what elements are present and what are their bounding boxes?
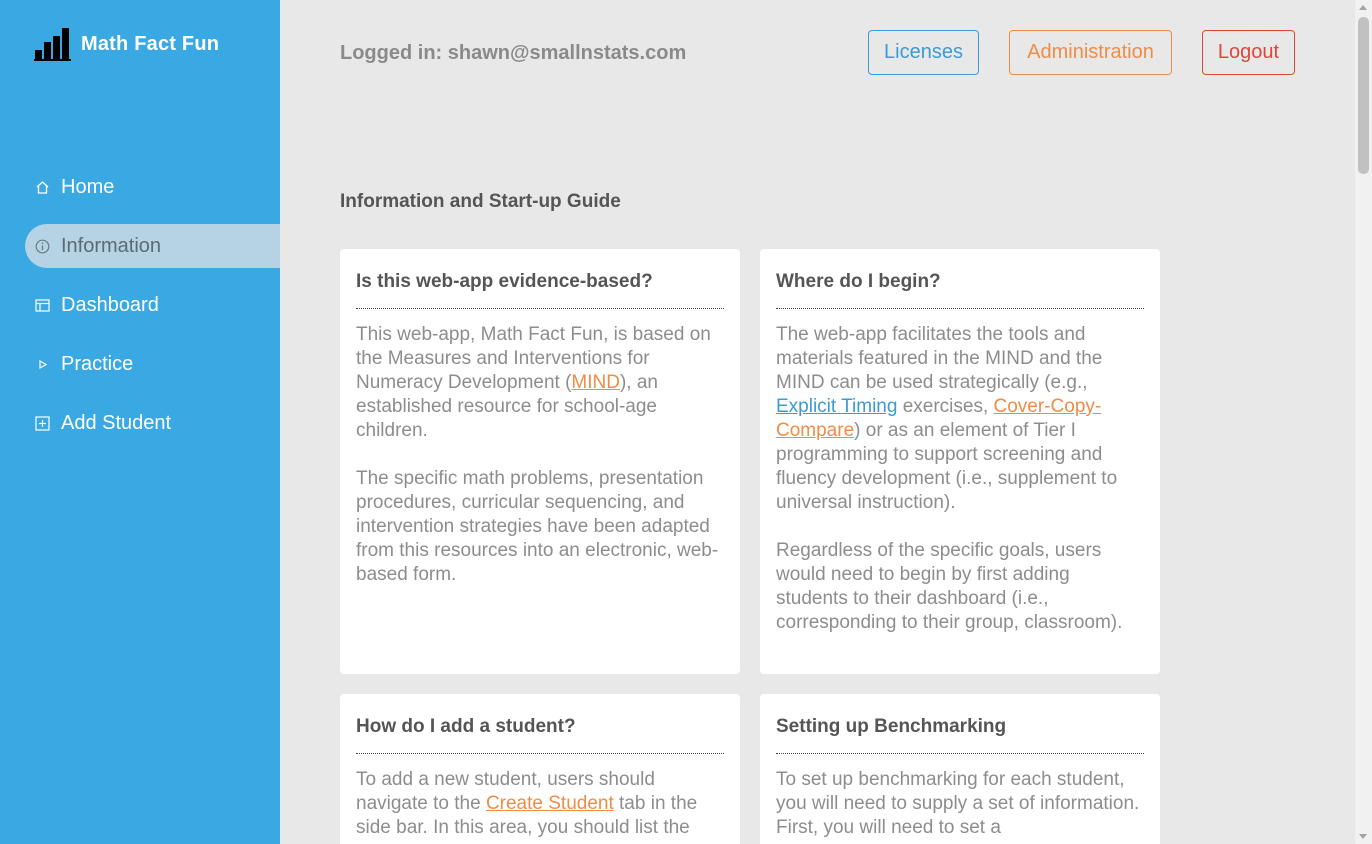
sidebar-item-label: Practice	[61, 352, 134, 375]
card-body: This web-app, Math Fact Fun, is based on…	[356, 323, 724, 587]
plus-square-icon	[34, 415, 50, 431]
card-paragraph: The web-app facilitates the tools and ma…	[776, 323, 1144, 515]
card-title: Where do I begin?	[776, 269, 1144, 309]
sidebar-item-practice[interactable]: Practice	[0, 342, 280, 386]
home-icon	[34, 179, 50, 195]
card-paragraph: The specific math problems, presentation…	[356, 468, 719, 585]
card-body: To set up benchmarking for each student,…	[776, 768, 1144, 840]
sidebar-nav: Home Information Dashboard Practice Add …	[0, 165, 280, 460]
scroll-up-arrow-icon[interactable]	[1359, 5, 1367, 10]
card-title: Is this web-app evidence-based?	[356, 269, 724, 309]
page-title: Information and Start-up Guide	[340, 191, 621, 212]
play-icon	[34, 356, 50, 372]
sidebar-item-label: Dashboard	[61, 293, 159, 316]
sidebar-item-home[interactable]: Home	[0, 165, 280, 209]
info-card-benchmarking: Setting up Benchmarking To set up benchm…	[760, 694, 1160, 844]
text-span: exercises,	[897, 396, 994, 417]
text-span: The web-app facilitates the tools and ma…	[776, 324, 1103, 393]
bar-chart-icon	[34, 28, 71, 61]
explicit-timing-link[interactable]: Explicit Timing	[776, 396, 897, 417]
sidebar-item-add-student[interactable]: Add Student	[0, 401, 280, 445]
dashboard-icon	[34, 297, 50, 313]
create-student-link[interactable]: Create Student	[486, 793, 614, 814]
scroll-thumb[interactable]	[1358, 17, 1369, 174]
card-paragraph: To set up benchmarking for each student,…	[776, 769, 1140, 838]
info-card-begin: Where do I begin? The web-app facilitate…	[760, 249, 1160, 674]
card-body: The web-app facilitates the tools and ma…	[776, 323, 1144, 635]
sidebar-item-label: Add Student	[61, 411, 172, 434]
card-title: Setting up Benchmarking	[776, 714, 1144, 754]
logged-in-status: Logged in: shawn@smallnstats.com	[340, 42, 687, 64]
card-paragraph: This web-app, Math Fact Fun, is based on…	[356, 323, 724, 443]
card-paragraph: Regardless of the specific goals, users …	[776, 540, 1123, 633]
brand[interactable]: Math Fact Fun	[34, 26, 219, 62]
sidebar-item-label: Home	[61, 175, 115, 198]
licenses-button[interactable]: Licenses	[868, 30, 979, 75]
brand-name: Math Fact Fun	[81, 32, 220, 55]
sidebar-item-dashboard[interactable]: Dashboard	[0, 283, 280, 327]
card-body: To add a new student, users should navig…	[356, 768, 724, 840]
sidebar: Math Fact Fun Home Information Dashboard…	[0, 0, 280, 844]
info-icon	[34, 238, 50, 254]
scroll-down-arrow-icon[interactable]	[1359, 834, 1367, 839]
sidebar-item-label: Information	[61, 234, 162, 257]
page-scrollbar[interactable]	[1355, 0, 1372, 844]
info-card-evidence: Is this web-app evidence-based? This web…	[340, 249, 740, 674]
card-paragraph: To add a new student, users should navig…	[356, 768, 724, 840]
administration-button[interactable]: Administration	[1009, 30, 1172, 75]
info-card-add-student: How do I add a student? To add a new stu…	[340, 694, 740, 844]
sidebar-item-information[interactable]: Information	[25, 224, 280, 268]
card-title: How do I add a student?	[356, 714, 724, 754]
mind-link[interactable]: MIND	[571, 372, 620, 393]
logout-button[interactable]: Logout	[1202, 30, 1295, 75]
